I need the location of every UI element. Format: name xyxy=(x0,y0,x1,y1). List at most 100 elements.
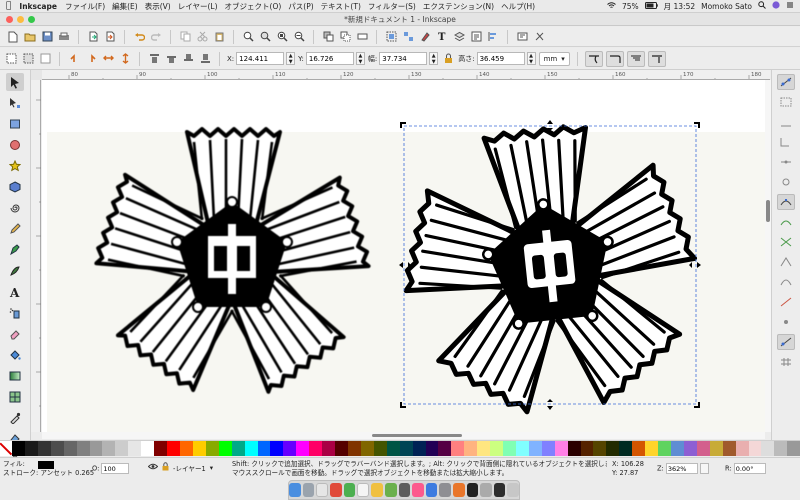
color-swatch[interactable] xyxy=(102,441,116,456)
color-swatch[interactable] xyxy=(683,441,697,456)
duplicate-icon[interactable] xyxy=(321,30,335,44)
flip-horizontal-icon[interactable] xyxy=(101,52,115,66)
3d-box-tool-icon[interactable] xyxy=(6,178,24,196)
color-swatch[interactable] xyxy=(154,441,168,456)
music-icon[interactable] xyxy=(412,483,424,497)
notification-center-icon[interactable] xyxy=(786,1,794,11)
snap-smooth-icon[interactable] xyxy=(777,274,795,290)
search-icon[interactable] xyxy=(758,1,766,11)
color-swatch[interactable] xyxy=(503,441,516,456)
vertical-ruler[interactable] xyxy=(31,80,41,432)
cut-icon[interactable] xyxy=(195,30,209,44)
menu-object[interactable]: オブジェクト(O) xyxy=(225,1,282,12)
color-swatch[interactable] xyxy=(386,441,400,456)
eye-icon[interactable] xyxy=(147,463,159,472)
export-icon[interactable] xyxy=(103,30,117,44)
snap-bbox-corner-icon[interactable] xyxy=(777,134,795,150)
transform-gradients-toggle[interactable] xyxy=(626,50,645,67)
width-input[interactable] xyxy=(379,52,428,65)
user-name[interactable]: Momoko Sato xyxy=(701,2,752,11)
width-spinner[interactable]: ▲ ▼ xyxy=(429,52,439,65)
snap-cusp-icon[interactable] xyxy=(777,254,795,270)
redo-icon[interactable] xyxy=(149,30,163,44)
stroke-value[interactable]: アンセット xyxy=(40,469,73,477)
color-swatch[interactable] xyxy=(658,441,672,456)
horizontal-ruler[interactable]: 80 90 100 110 120 130 140 150 160 170 18… xyxy=(42,70,770,80)
y-input[interactable] xyxy=(305,52,354,65)
snap-object-center-icon[interactable] xyxy=(777,314,795,330)
horizontal-scrollbar[interactable] xyxy=(42,432,765,439)
menu-text[interactable]: テキスト(T) xyxy=(321,1,361,12)
new-document-icon[interactable] xyxy=(6,30,20,44)
spiral-tool-icon[interactable] xyxy=(6,199,24,217)
no-paint-swatch[interactable] xyxy=(0,441,12,456)
color-swatch[interactable] xyxy=(748,441,762,456)
node-tool-icon[interactable] xyxy=(6,94,24,112)
preview-icon[interactable] xyxy=(480,483,492,497)
color-swatch[interactable] xyxy=(296,441,310,456)
color-swatch[interactable] xyxy=(373,441,387,456)
color-swatch[interactable] xyxy=(554,441,568,456)
color-swatch[interactable] xyxy=(580,441,594,456)
lower-icon[interactable] xyxy=(181,52,195,66)
scale-stroke-toggle[interactable] xyxy=(584,50,603,67)
unlink-clone-icon[interactable] xyxy=(355,30,369,44)
color-swatch[interactable] xyxy=(115,441,129,456)
color-swatch[interactable] xyxy=(141,441,155,456)
illustrator-icon[interactable] xyxy=(452,483,465,497)
siri-icon[interactable] xyxy=(772,1,780,11)
color-swatch[interactable] xyxy=(231,441,245,456)
zoom-page-icon[interactable] xyxy=(275,30,289,44)
undo-icon[interactable] xyxy=(132,30,146,44)
selector-tool-icon[interactable] xyxy=(6,73,24,91)
color-swatch[interactable] xyxy=(76,441,90,456)
color-swatch[interactable] xyxy=(347,441,361,456)
color-swatch[interactable] xyxy=(425,441,439,456)
xml-editor-icon[interactable] xyxy=(469,30,483,44)
notes-icon[interactable] xyxy=(371,483,383,497)
menu-help[interactable]: ヘルプ(H) xyxy=(501,1,535,12)
snap-page-icon[interactable] xyxy=(777,334,795,350)
snap-bbox-icon[interactable] xyxy=(777,94,795,110)
select-all-layers-icon[interactable] xyxy=(21,52,35,66)
eraser-tool-icon[interactable] xyxy=(6,325,24,343)
color-swatch[interactable] xyxy=(619,441,633,456)
rectangle-tool-icon[interactable] xyxy=(6,115,24,133)
height-spinner[interactable]: ▲ ▼ xyxy=(526,52,536,65)
snap-bbox-edge-icon[interactable] xyxy=(777,114,795,130)
zoom-input[interactable] xyxy=(665,463,698,474)
save-document-icon[interactable] xyxy=(40,30,54,44)
open-document-icon[interactable] xyxy=(23,30,37,44)
horizontal-scroll-thumb[interactable] xyxy=(372,434,462,437)
color-swatch[interactable] xyxy=(761,441,775,456)
raise-to-top-icon[interactable] xyxy=(147,52,161,66)
app-store-icon[interactable] xyxy=(425,483,438,497)
lock-ratio-icon[interactable] xyxy=(441,52,455,66)
import-icon[interactable] xyxy=(86,30,100,44)
gradient-tool-icon[interactable] xyxy=(6,367,24,385)
y-spinner[interactable]: ▲ ▼ xyxy=(355,52,365,65)
bucket-fill-tool-icon[interactable] xyxy=(6,346,24,364)
snap-bbox-midpoint-icon[interactable] xyxy=(777,154,795,170)
color-swatch[interactable] xyxy=(360,441,374,456)
launchpad-icon[interactable] xyxy=(302,483,315,497)
menu-layer[interactable]: レイヤー(L) xyxy=(178,1,218,12)
color-swatch[interactable] xyxy=(309,441,323,456)
pencil-tool-icon[interactable] xyxy=(6,220,24,238)
document-properties-icon[interactable] xyxy=(532,30,546,44)
color-swatch[interactable] xyxy=(593,441,607,456)
color-swatch[interactable] xyxy=(709,441,723,456)
snap-toggle-icon[interactable] xyxy=(777,74,795,90)
calligraphy-tool-icon[interactable] xyxy=(6,262,24,280)
drawing-canvas[interactable] xyxy=(42,80,765,432)
color-swatch[interactable] xyxy=(12,441,25,456)
text-font-icon[interactable]: T xyxy=(435,30,449,44)
zoom-spinner[interactable] xyxy=(699,463,709,474)
calendar-icon[interactable] xyxy=(357,483,370,497)
close-window-icon[interactable] xyxy=(6,16,13,23)
chevron-down-icon[interactable]: ▾ xyxy=(210,464,213,472)
color-swatch[interactable] xyxy=(528,441,542,456)
color-swatch[interactable] xyxy=(205,441,219,456)
snap-intersection-icon[interactable] xyxy=(777,234,795,250)
color-swatch[interactable] xyxy=(464,441,478,456)
